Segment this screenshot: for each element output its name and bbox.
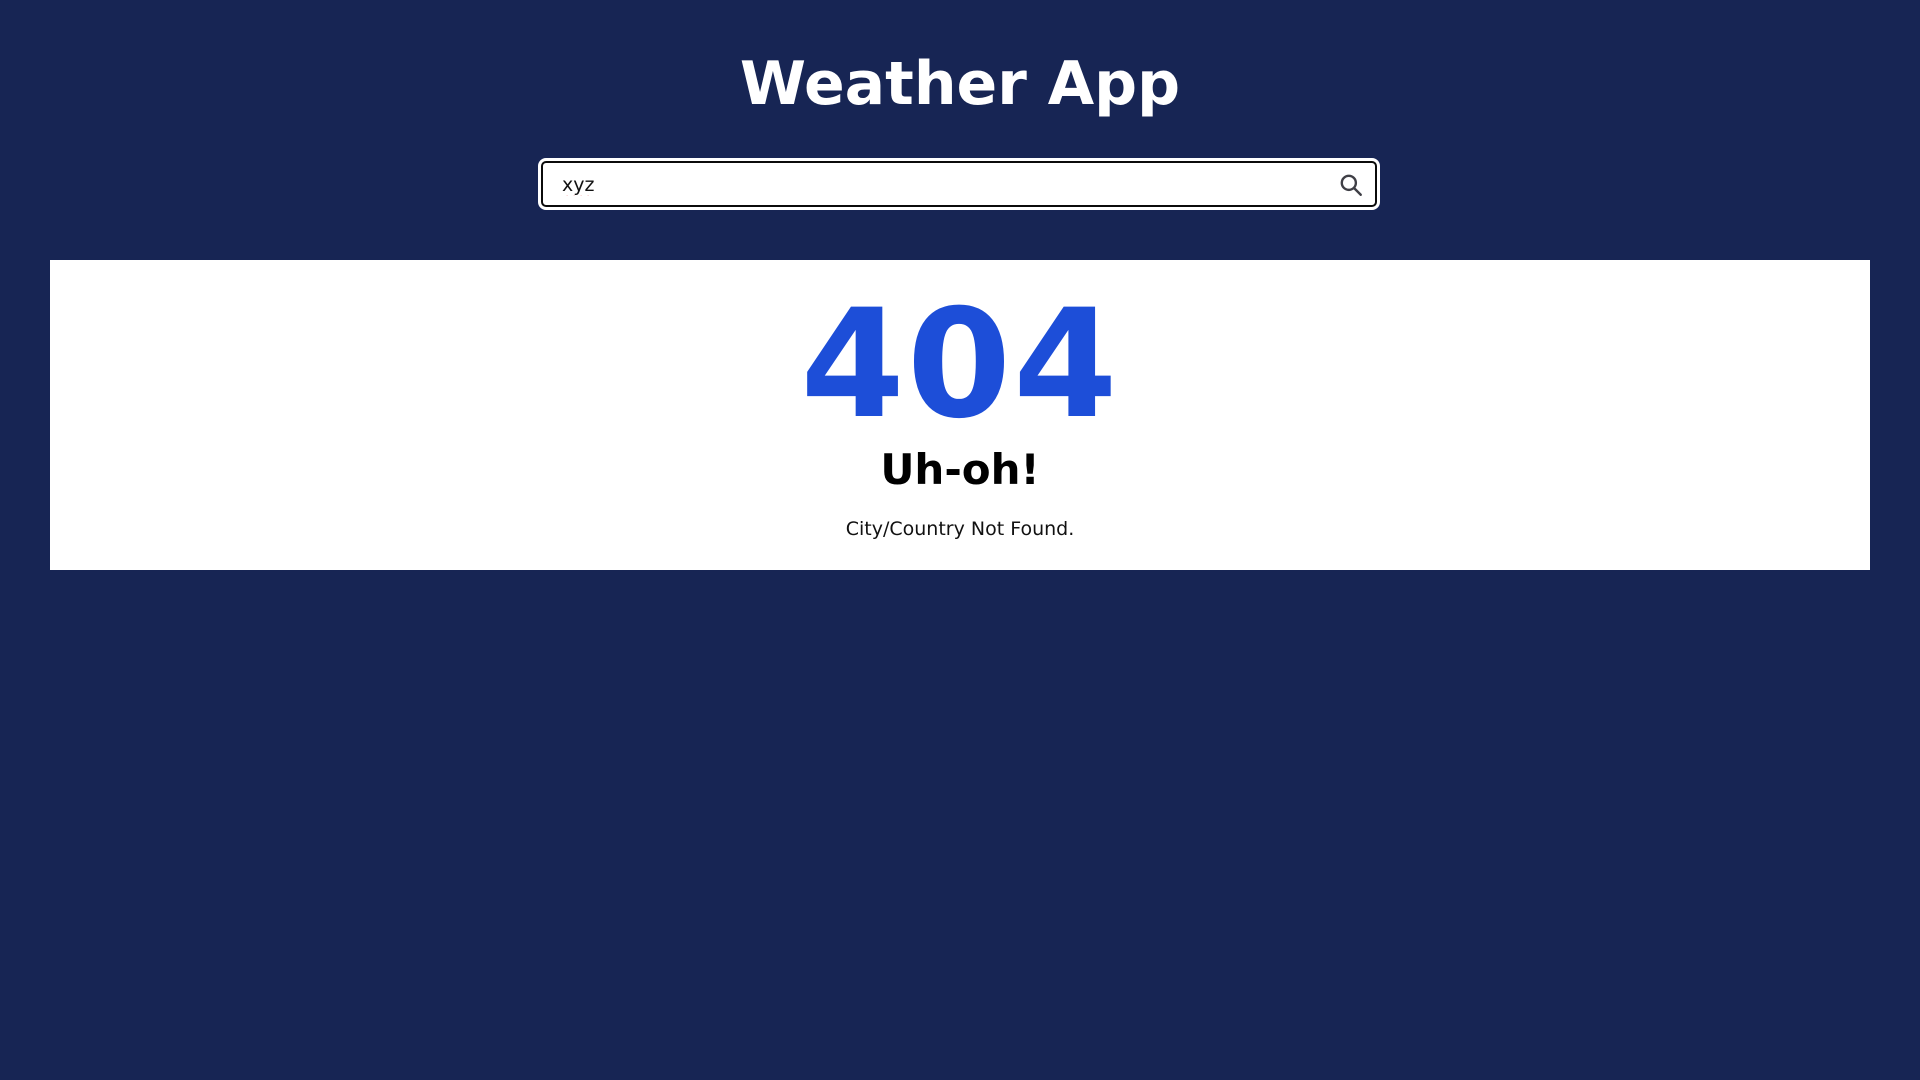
search-bar[interactable]: [538, 158, 1380, 210]
error-heading: Uh-oh!: [880, 445, 1040, 494]
search-icon[interactable]: [1338, 172, 1364, 198]
weather-app-page: Weather App 404 Uh-oh! City/Country Not …: [0, 0, 1920, 1080]
search-input[interactable]: [562, 166, 1322, 204]
app-title: Weather App: [739, 49, 1181, 119]
error-card: 404 Uh-oh! City/Country Not Found.: [50, 260, 1870, 570]
error-code: 404: [800, 278, 1120, 452]
error-message: City/Country Not Found.: [845, 518, 1075, 540]
